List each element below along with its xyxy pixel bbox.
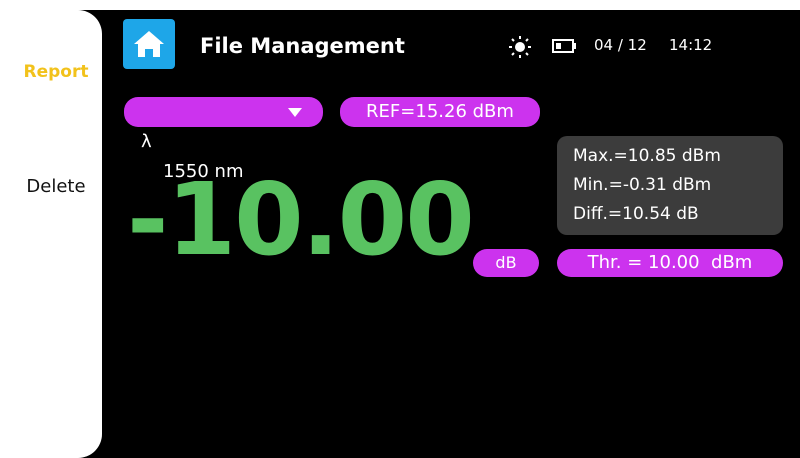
stat-min: Min.=-0.31 dBm (573, 175, 712, 195)
status-date: 04 / 12 (594, 36, 647, 54)
home-icon (134, 31, 164, 57)
brightness-icon (509, 36, 531, 58)
sidebar-item-delete[interactable]: Delete (10, 176, 102, 197)
wavelength-selector[interactable]: λ 1550 nm (124, 97, 323, 182)
lambda-symbol: λ (141, 131, 152, 152)
stats-panel: Max.=10.85 dBm Min.=-0.31 dBm Diff.=10.5… (557, 136, 783, 235)
stat-max: Max.=10.85 dBm (573, 146, 721, 166)
sidebar-item-report[interactable]: Report (10, 62, 102, 82)
home-button[interactable] (123, 19, 175, 69)
sidebar: Report Delete (10, 10, 102, 458)
ref-button[interactable]: REF=15.26 dBm (340, 97, 540, 127)
stat-diff: Diff.=10.54 dB (573, 204, 699, 224)
battery-icon (552, 39, 576, 53)
page-title: File Management (200, 34, 405, 58)
threshold-button[interactable]: Thr. = 10.00 dBm (557, 249, 783, 277)
unit-badge: dB (473, 249, 539, 277)
measurement-value: -10.00 (127, 161, 475, 278)
status-time: 14:12 (669, 36, 713, 54)
chevron-down-icon (288, 108, 302, 117)
device-screen: Report Delete File Management 04 / 12 14… (10, 10, 800, 458)
